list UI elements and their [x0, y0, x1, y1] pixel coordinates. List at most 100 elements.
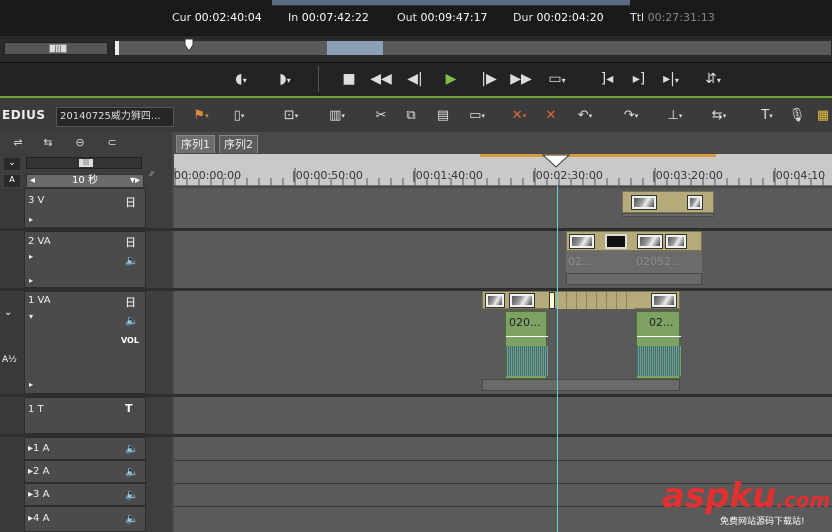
microphone-icon[interactable]: 🎙 [786, 104, 808, 128]
track-name-arrow[interactable]: ▸1 A [28, 443, 49, 454]
collapse-arrow-icon[interactable]: ▾ [29, 312, 33, 321]
next-edit-button[interactable]: ▸] [626, 68, 652, 90]
video-patch-icon[interactable]: ⌄ [4, 307, 12, 318]
speaker-icon[interactable]: 🔈 [125, 254, 139, 267]
expand-arrow-icon[interactable]: ▸ [29, 252, 33, 261]
sync-lock-icon[interactable]: ⊂ [100, 136, 124, 152]
scrub-playhead-icon[interactable] [184, 38, 194, 52]
volume-line[interactable] [506, 336, 548, 337]
speaker-icon[interactable]: 🔈 [125, 442, 139, 455]
track-name-arrow[interactable]: ▸2 A [28, 466, 49, 477]
prev-edit-button[interactable]: ]◂ [594, 68, 620, 90]
audio-clip[interactable]: 020... [505, 311, 548, 379]
settings-icon[interactable]: ⚑▾ [190, 104, 212, 128]
open-icon[interactable]: ⊡▾ [280, 104, 302, 128]
title-icon[interactable]: T▾ [756, 104, 778, 128]
track-lane-t1[interactable] [174, 397, 832, 434]
speaker-icon[interactable]: 🔈 [125, 488, 139, 501]
paste-icon[interactable]: ▤ [432, 104, 454, 128]
track-header-a1[interactable]: ▸1 A 🔈 [24, 437, 146, 460]
video-mute-icon[interactable]: 日 [125, 194, 136, 210]
vol-label[interactable]: VOL [121, 336, 139, 345]
speaker-icon[interactable]: 🔈 [125, 512, 139, 525]
track-lane-va1[interactable]: 020... 02... [174, 291, 832, 394]
expand-arrow-icon[interactable]: ▸ [29, 380, 33, 389]
video-clip[interactable] [482, 291, 680, 309]
link-icon[interactable]: ⊖ [68, 136, 92, 152]
video-clip[interactable] [566, 231, 702, 251]
expand-arrow-icon[interactable]: ▸ [29, 276, 33, 285]
timeline-zoom-slider[interactable]: ||| [26, 157, 142, 169]
zoom-knob[interactable]: ||| [79, 159, 93, 167]
track-header-a3[interactable]: ▸3 A 🔈 [24, 483, 146, 506]
new-sequence-icon[interactable]: ▯▾ [228, 104, 250, 128]
undo-icon[interactable]: ↶▾ [574, 104, 596, 128]
track-name: 3 V [28, 195, 45, 206]
cut-icon[interactable]: ✂ [370, 104, 392, 128]
loop-button[interactable]: ▭▾ [544, 68, 570, 90]
zoom-fit-icon[interactable]: ⁄⁄⁄ [150, 170, 170, 178]
stop-button[interactable]: ■ [336, 68, 362, 90]
scale-left-arrow[interactable]: ◂ [30, 175, 35, 187]
track-name-arrow[interactable]: ▸3 A [28, 489, 49, 500]
track-lane-v3[interactable] [174, 188, 832, 228]
audio-clip-muted[interactable]: 02... 02052... [566, 251, 702, 273]
ripple-mode-icon[interactable]: ⇆ [36, 136, 60, 152]
track-name-arrow[interactable]: ▸4 A [28, 513, 49, 524]
add-marker-icon[interactable]: ⊥▾ [664, 104, 686, 128]
rewind-button[interactable]: ◀◀ [368, 68, 394, 90]
collapse-audio-icon[interactable]: A [4, 175, 20, 187]
audio-patch-icon[interactable]: A½ [2, 355, 17, 365]
video-mute-icon[interactable]: 日 [125, 294, 136, 310]
audio-clip[interactable]: 02... [636, 311, 681, 379]
timeline-ruler[interactable]: 00:00:00:00 |00:00:50:00 |00:01:40:00 |0… [174, 154, 832, 186]
video-mute-icon[interactable]: 日 [125, 234, 136, 250]
redo-icon[interactable]: ↷▾ [620, 104, 642, 128]
render-icon[interactable]: ▦ [812, 104, 832, 128]
volume-line[interactable] [637, 336, 681, 337]
tab-sequence-2[interactable]: 序列2 [219, 135, 258, 153]
collapse-video-icon[interactable]: ⌄ [4, 158, 20, 170]
title-track-icon[interactable]: T [125, 402, 133, 415]
scrub-start-marker [115, 41, 119, 55]
track-header-t1[interactable]: 1 T T [24, 397, 146, 434]
sync-button[interactable]: ⇵▾ [700, 68, 726, 90]
speaker-icon[interactable]: 🔈 [125, 314, 139, 327]
tab-sequence-1[interactable]: 序列1 [176, 135, 215, 153]
set-out-button[interactable]: ◗▾ [272, 68, 298, 90]
insert-marker-button[interactable]: ▸|▾ [658, 68, 684, 90]
copy-icon[interactable]: ⧉ [400, 104, 422, 128]
set-in-button[interactable]: ◖▾ [228, 68, 254, 90]
play-button[interactable]: ▶ [438, 68, 464, 90]
clip-label: 02052... [636, 255, 682, 268]
fast-forward-button[interactable]: ▶▶ [508, 68, 534, 90]
watermark-tld: .com [776, 488, 831, 512]
track-header-v3[interactable]: 3 V 日 ▸ [24, 188, 146, 228]
clip-thumbnail [485, 293, 505, 308]
jog-slider[interactable]: ||| [4, 42, 108, 55]
track-header-a2[interactable]: ▸2 A 🔈 [24, 460, 146, 483]
step-forward-button[interactable]: |▶ [476, 68, 502, 90]
track-lane-va2[interactable]: 02... 02052... [174, 231, 832, 288]
black-thumbnail [605, 234, 627, 249]
delete-icon[interactable]: ✕▾ [508, 104, 530, 128]
transition-icon[interactable]: ⇆▾ [708, 104, 730, 128]
track-header-va2[interactable]: 2 VA 日 ▸ 🔈 ▸ [24, 231, 146, 288]
playhead-triangle-icon[interactable] [542, 154, 570, 168]
video-clip[interactable] [622, 191, 714, 213]
save-icon[interactable]: ▥▾ [326, 104, 348, 128]
jog-knob[interactable]: ||| [49, 44, 67, 53]
track-header-va1[interactable]: 1 VA 日 ▾ 🔈 VOL ▸ [24, 291, 146, 394]
speaker-icon[interactable]: 🔈 [125, 465, 139, 478]
step-back-button[interactable]: ◀| [402, 68, 428, 90]
position-scrubbar[interactable] [114, 40, 832, 56]
expand-arrow-icon[interactable]: ▸ [29, 215, 33, 224]
track-header-a4[interactable]: ▸4 A 🔈 [24, 506, 146, 532]
ripple-delete-icon[interactable]: ✕ [540, 104, 562, 128]
scale-dropdown-icon[interactable]: ▾▸ [130, 175, 140, 187]
scale-select[interactable]: ◂ 10 秒 ▾▸ [26, 174, 144, 188]
track-mode-icon[interactable]: ⇌ [6, 136, 30, 152]
project-name[interactable]: 20140725威力狮四... [56, 107, 174, 127]
track-lane-a1[interactable] [174, 437, 832, 460]
group-icon[interactable]: ▭▾ [466, 104, 488, 128]
